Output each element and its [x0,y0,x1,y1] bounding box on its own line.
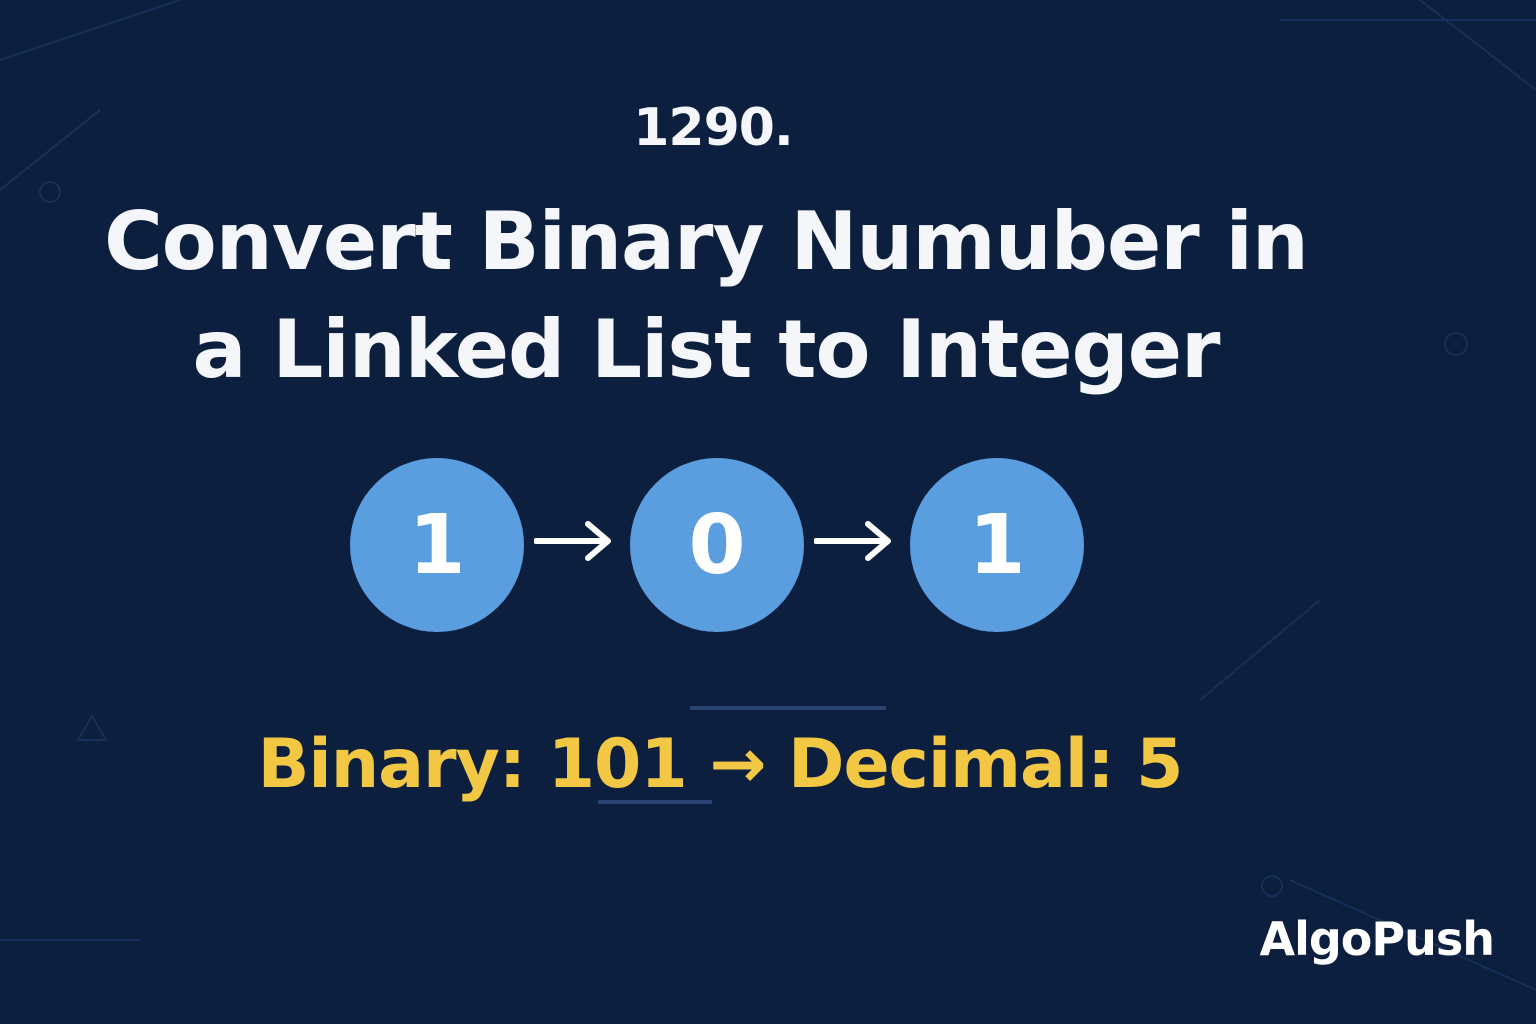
brand-logo-text: AlgoPush [1259,912,1495,966]
right-arrow-icon [534,521,611,561]
list-node-3: 1 [910,458,1084,632]
problem-title: Convert Binary Numuber in a Linked List … [0,188,1412,404]
conversion-result: Binary: 101 → Decimal: 5 [257,725,1184,804]
right-arrow-icon [814,521,891,561]
problem-title-line-2: a Linked List to Integer [192,303,1221,396]
list-node-1: 1 [350,458,524,632]
list-node-2: 0 [630,458,804,632]
problem-number: 1290. [633,98,793,158]
problem-title-line-1: Convert Binary Numuber in [104,195,1309,288]
